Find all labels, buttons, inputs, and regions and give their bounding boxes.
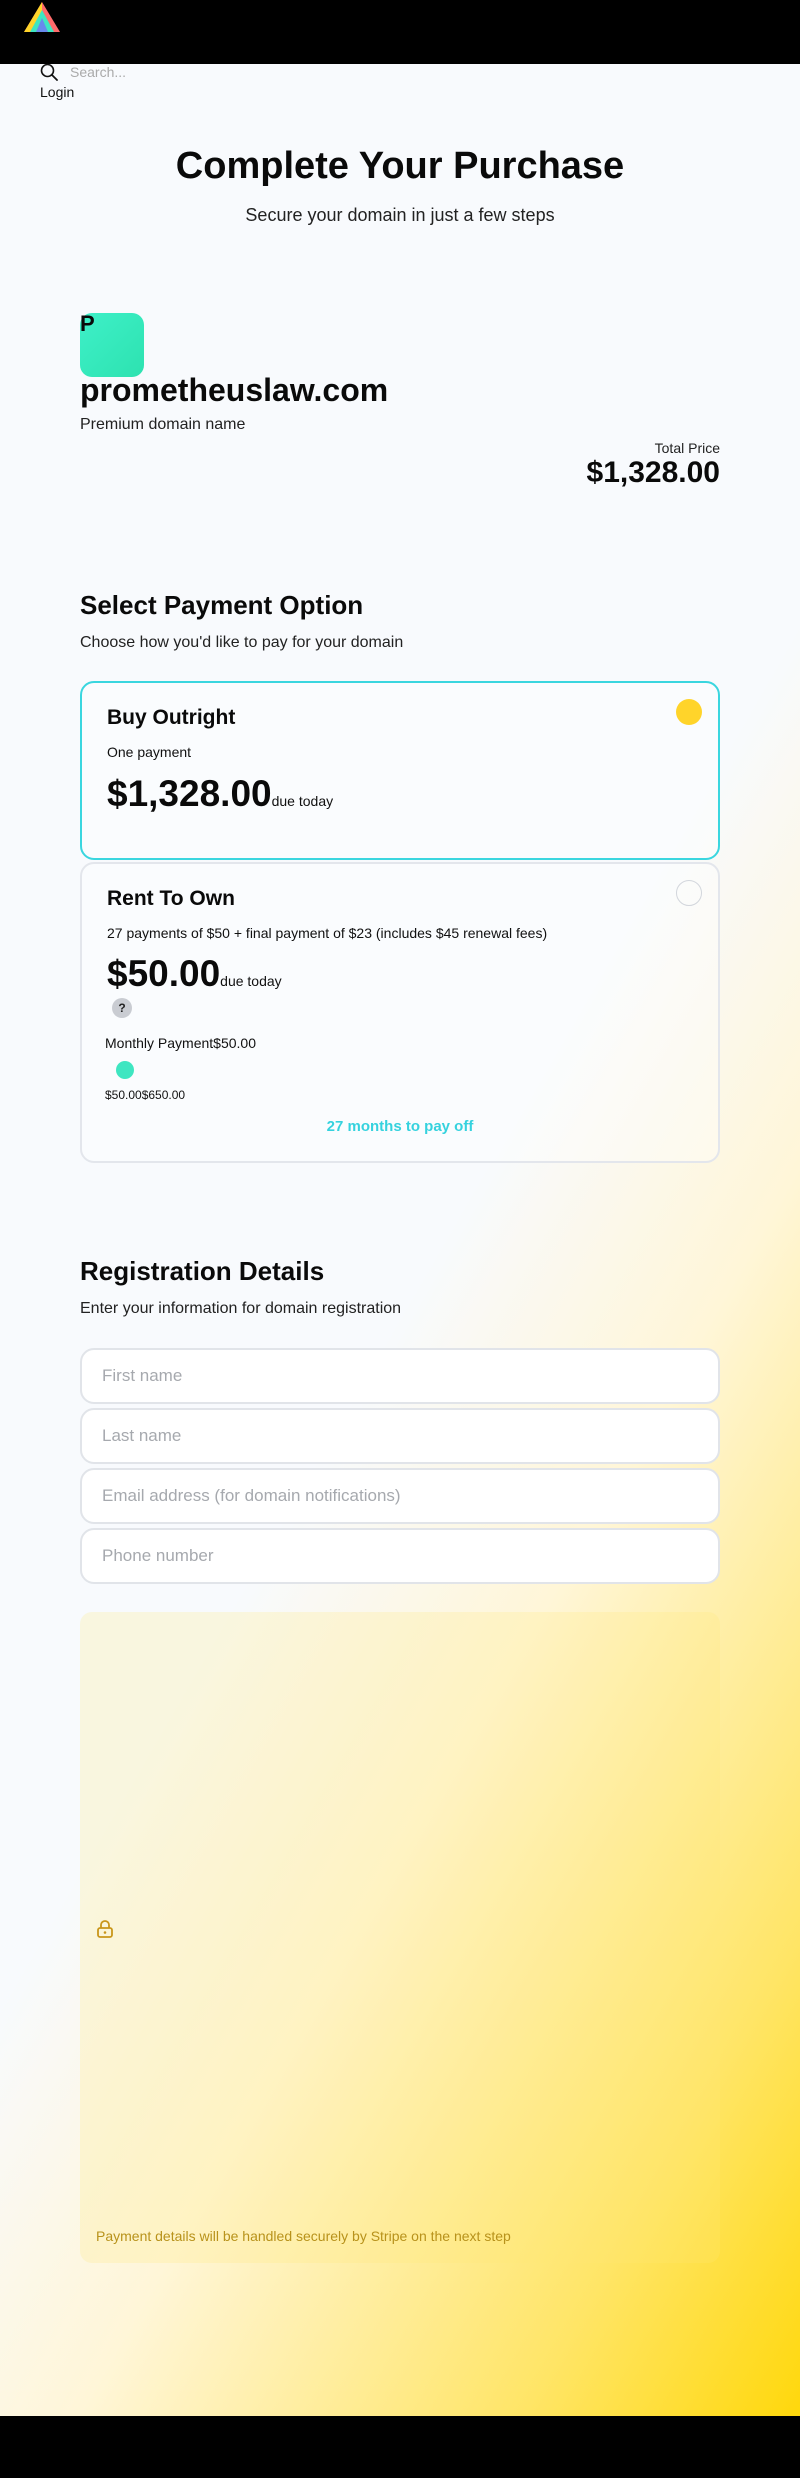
option-price-row: $50.00 due today bbox=[107, 953, 282, 995]
payoff-duration: 27 months to pay off bbox=[326, 1118, 474, 1135]
search-icon[interactable] bbox=[40, 63, 58, 81]
payment-section-title: Select Payment Option bbox=[80, 590, 364, 620]
radio-selected[interactable] bbox=[676, 699, 702, 725]
page-subtitle: Secure your domain in just a few steps bbox=[245, 205, 555, 225]
login-link[interactable]: Login bbox=[40, 84, 74, 100]
monthly-payment-label: Monthly Payment bbox=[105, 1035, 214, 1051]
logo-icon[interactable] bbox=[22, 2, 62, 34]
email-field[interactable] bbox=[80, 1468, 720, 1524]
monthly-payment-value: $50.00 bbox=[213, 1035, 256, 1051]
help-icon[interactable]: ? bbox=[112, 998, 132, 1018]
phone-field[interactable] bbox=[80, 1528, 720, 1584]
option-description: One payment bbox=[107, 744, 192, 760]
stripe-note: Payment details will be handled securely… bbox=[96, 2228, 511, 2244]
slider-range: $50.00$650.00 bbox=[105, 1088, 185, 1102]
payment-section-subtitle: Choose how you'd like to pay for your do… bbox=[80, 634, 404, 651]
page-title: Complete Your Purchase bbox=[175, 145, 625, 187]
domain-name: prometheuslaw.com bbox=[80, 372, 389, 408]
search-bar bbox=[40, 63, 230, 81]
domain-tag: Premium domain name bbox=[80, 416, 246, 433]
radio-unselected[interactable] bbox=[676, 880, 702, 906]
registration-section-title: Registration Details bbox=[80, 1256, 325, 1286]
slider-max-label: $650.00 bbox=[141, 1088, 186, 1102]
monthly-payment-row: Monthly Payment$50.00 bbox=[105, 1035, 256, 1051]
option-description: 27 payments of $50 + final payment of $2… bbox=[107, 925, 548, 941]
monthly-payment-slider[interactable] bbox=[105, 1065, 640, 1075]
footer-bar bbox=[0, 2416, 800, 2478]
first-name-field[interactable] bbox=[80, 1348, 720, 1404]
slider-thumb[interactable] bbox=[116, 1061, 134, 1079]
option-title: Buy Outright bbox=[107, 706, 236, 729]
last-name-field[interactable] bbox=[80, 1408, 720, 1464]
total-price-value: $1,328.00 bbox=[586, 456, 720, 489]
search-input[interactable] bbox=[70, 64, 230, 80]
option-title: Rent To Own bbox=[107, 887, 235, 910]
option-price-row: $1,328.00 due today bbox=[107, 773, 333, 815]
slider-min-label: $50.00 bbox=[105, 1088, 142, 1102]
option-due-label: due today bbox=[220, 973, 282, 989]
payment-details-panel bbox=[80, 1612, 720, 2263]
option-price: $50.00 bbox=[107, 953, 221, 994]
option-price: $1,328.00 bbox=[107, 773, 272, 814]
option-due-label: due today bbox=[271, 793, 334, 809]
total-price-label: Total Price bbox=[654, 440, 720, 456]
domain-avatar-letter: P bbox=[80, 311, 95, 336]
top-bar bbox=[0, 0, 800, 64]
registration-section-subtitle: Enter your information for domain regist… bbox=[80, 1300, 402, 1317]
lock-icon bbox=[97, 1920, 113, 1938]
payment-option-buy-outright[interactable]: Buy Outright One payment $1,328.00 due t… bbox=[80, 681, 720, 860]
